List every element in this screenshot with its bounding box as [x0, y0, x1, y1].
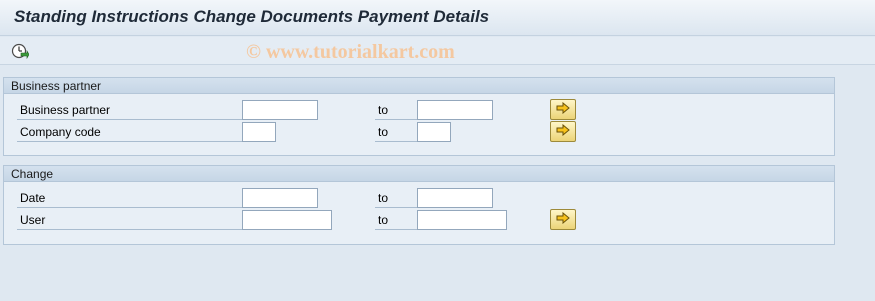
user-from-input[interactable]	[242, 210, 332, 230]
company-code-label: Company code	[17, 122, 242, 142]
date-to-label: to	[375, 188, 417, 208]
user-to-input[interactable]	[417, 210, 507, 230]
company-code-to-label: to	[375, 122, 417, 142]
page-title: Standing Instructions Change Documents P…	[14, 7, 490, 26]
multiple-selection-arrow-icon	[556, 123, 570, 139]
company-code-from-input[interactable]	[242, 122, 276, 142]
date-row: Date to	[4, 188, 834, 208]
user-to-label: to	[375, 210, 417, 230]
company-code-to-input[interactable]	[417, 122, 451, 142]
execute-clock-icon[interactable]	[11, 42, 30, 60]
date-to-input[interactable]	[417, 188, 493, 208]
user-row: User to	[4, 209, 834, 230]
business-partner-label: Business partner	[17, 100, 242, 120]
user-label: User	[17, 210, 242, 230]
watermark-text: © www.tutorialkart.com	[246, 41, 455, 63]
business-partner-from-input[interactable]	[242, 100, 318, 120]
company-code-row: Company code to	[4, 121, 834, 142]
date-from-input[interactable]	[242, 188, 318, 208]
date-label: Date	[17, 188, 242, 208]
business-partner-to-input[interactable]	[417, 100, 493, 120]
title-bar: Standing Instructions Change Documents P…	[0, 0, 875, 36]
business-partner-row: Business partner to	[4, 99, 834, 120]
group-header: Change	[4, 166, 834, 182]
group-title-change: Change	[11, 167, 54, 181]
group-title-business-partner: Business partner	[11, 79, 102, 93]
business-partner-group: Business partner Business partner to Com…	[3, 77, 835, 156]
user-multiple-selection-button[interactable]	[550, 209, 576, 230]
company-code-multiple-selection-button[interactable]	[550, 121, 576, 142]
business-partner-multiple-selection-button[interactable]	[550, 99, 576, 120]
change-group: Change Date to User to	[3, 165, 835, 245]
multiple-selection-arrow-icon	[556, 211, 570, 227]
multiple-selection-arrow-icon	[556, 101, 570, 117]
business-partner-to-label: to	[375, 100, 417, 120]
group-header: Business partner	[4, 78, 834, 94]
